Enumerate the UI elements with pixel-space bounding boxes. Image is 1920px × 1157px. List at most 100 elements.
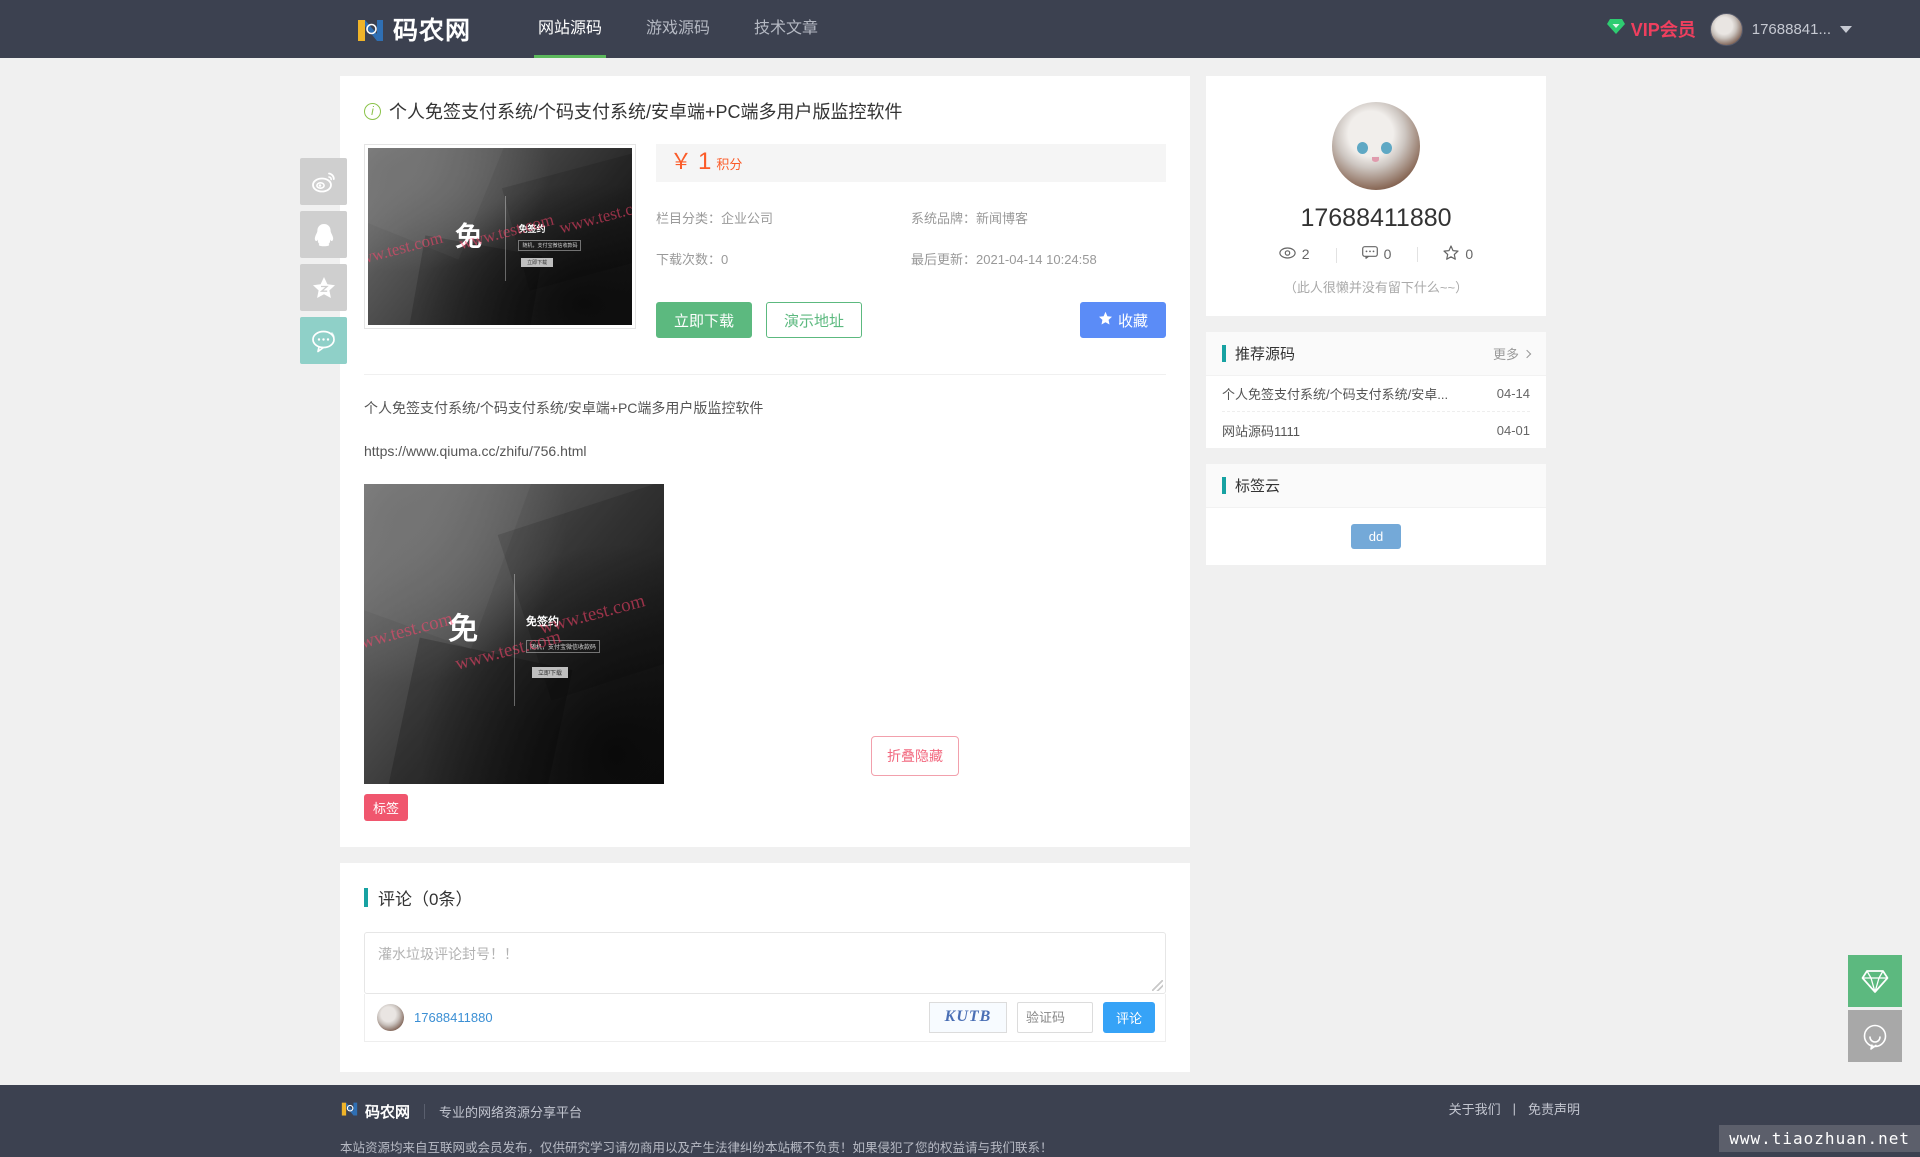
- article-image-main-char: 免: [448, 612, 478, 646]
- share-weibo-button[interactable]: [300, 158, 347, 205]
- vip-member-button[interactable]: VIP会员: [1606, 16, 1696, 42]
- footer-note: 本站资源均来自互联网或会员发布，仅供研究学习请勿商用以及产生法律纠纷本站概不负责…: [340, 1141, 1053, 1155]
- meta-downloads: 下载次数：0: [656, 249, 911, 268]
- profile-card: 17688411880 2 0 0 （此人很懒并没有留下什么~~）: [1206, 76, 1546, 316]
- price-symbol: ￥: [670, 149, 693, 174]
- thumb-sub-title: 免签约: [518, 224, 546, 235]
- qq-penguin-icon: [314, 223, 333, 246]
- favorite-button[interactable]: 收藏: [1080, 302, 1166, 338]
- site-logo[interactable]: 码农网: [355, 11, 471, 47]
- recommend-item-date: 04-01: [1496, 422, 1530, 438]
- avatar: [1709, 12, 1743, 46]
- m-logo-icon: [340, 1099, 359, 1123]
- diamond-icon: [1861, 969, 1889, 993]
- list-item[interactable]: 网站源码1111 04-01: [1222, 412, 1530, 448]
- site-footer: 码农网 专业的网络资源分享平台 关于我们 | 免责声明 本站资源均来自互联网或会…: [0, 1085, 1920, 1157]
- recommend-item-date: 04-14: [1496, 386, 1530, 401]
- smile-chat-icon: [1863, 1024, 1887, 1050]
- share-qq-button[interactable]: [300, 211, 347, 258]
- meta-downloads-label: 下载次数：: [656, 252, 722, 267]
- section-accent-bar: [1222, 477, 1226, 494]
- profile-stats: 2 0 0: [1226, 245, 1526, 263]
- stat-views: 2: [1253, 246, 1336, 262]
- float-service-button[interactable]: [1848, 1010, 1902, 1062]
- comments-title: 评论（0条）: [378, 889, 473, 909]
- tagcloud-card: 标签云 dd: [1206, 464, 1546, 565]
- footer-divider: [424, 1103, 426, 1119]
- header-right: VIP会员 17688841...: [1606, 0, 1852, 58]
- diamond-icon: [1606, 18, 1626, 40]
- stat-comments: 0: [1335, 246, 1418, 263]
- meta-category-value: 企业公司: [721, 211, 774, 226]
- article-image-cta: 立即下载: [532, 666, 569, 678]
- thumb-cta-button: 立即下载: [521, 257, 554, 267]
- logo-text: 码农网: [393, 17, 472, 45]
- footer-link-about[interactable]: 关于我们: [1449, 1099, 1501, 1118]
- meta-category-label: 栏目分类：: [656, 211, 722, 226]
- views-count: 2: [1301, 246, 1310, 262]
- detail-card: i 个人免签支付系统/个码支付系统/安卓端+PC端多用户版监控软件 免 免签约 …: [340, 76, 1190, 847]
- page-body: i 个人免签支付系统/个码支付系统/安卓端+PC端多用户版监控软件 免 免签约 …: [0, 58, 1920, 1085]
- article-tag[interactable]: 标签: [364, 793, 409, 821]
- star-icon: [1098, 311, 1113, 330]
- footer-link-separator: |: [1512, 1101, 1516, 1116]
- collapse-hide-button[interactable]: 折叠隐藏: [871, 735, 959, 776]
- submit-comment-button[interactable]: 评论: [1103, 1001, 1155, 1033]
- nav-item-tech-articles[interactable]: 技术文章: [732, 0, 840, 58]
- page-title: i 个人免签支付系统/个码支付系统/安卓端+PC端多用户版监控软件: [364, 98, 1166, 124]
- recommend-header: 推荐源码 更多: [1206, 332, 1546, 376]
- footer-link-disclaimer[interactable]: 免责声明: [1528, 1099, 1580, 1118]
- comment-textarea[interactable]: 灌水垃圾评论封号！！: [364, 931, 1166, 994]
- comment-footer: 17688411880 KUTB 评论: [364, 993, 1166, 1042]
- share-comment-button[interactable]: [300, 317, 347, 364]
- user-menu[interactable]: 17688841...: [1709, 12, 1852, 46]
- meta-downloads-value: 0: [721, 252, 729, 267]
- meta-updated: 最后更新：2021-04-14 10:24:58: [911, 249, 1166, 268]
- recommend-card: 推荐源码 更多 个人免签支付系统/个码支付系统/安卓... 04-14 网站源码…: [1206, 332, 1546, 448]
- weibo-icon: [311, 172, 335, 192]
- main-column: i 个人免签支付系统/个码支付系统/安卓端+PC端多用户版监控软件 免 免签约 …: [340, 76, 1190, 1072]
- download-button[interactable]: 立即下载: [656, 302, 752, 338]
- meta-grid: 栏目分类：企业公司 系统品牌：新闻博客 下载次数：0 最后更新：2021-04-…: [656, 208, 1166, 268]
- comments-section-header: 评论（0条）: [364, 885, 1166, 910]
- sidebar: 17688411880 2 0 0 （此人很懒并没有留下什么~~） 推荐源码 更…: [1206, 76, 1546, 1072]
- cat-eye-left: [1356, 142, 1368, 155]
- nav-item-game-source[interactable]: 游戏源码: [624, 0, 732, 58]
- article-image-sub-title: 免签约: [526, 615, 559, 628]
- demo-url-button[interactable]: 演示地址: [766, 302, 862, 338]
- avatar: [377, 1003, 404, 1031]
- more-label: 更多: [1492, 347, 1519, 362]
- resize-handle[interactable]: [1152, 979, 1163, 991]
- recommend-more-link[interactable]: 更多: [1492, 344, 1532, 363]
- share-qzone-button[interactable]: [300, 264, 347, 311]
- thumb-divider: [505, 195, 507, 281]
- tagcloud-header: 标签云: [1206, 464, 1546, 508]
- profile-signature: （此人很懒并没有留下什么~~）: [1283, 280, 1469, 295]
- nav-item-website-source[interactable]: 网站源码: [516, 0, 624, 58]
- cat-eye-right: [1381, 142, 1393, 155]
- profile-user-name: 17688411880: [1300, 204, 1452, 232]
- meta-updated-value: 2021-04-14 10:24:58: [976, 252, 1097, 267]
- footer-logo[interactable]: 码农网: [340, 1099, 410, 1123]
- comment-placeholder: 灌水垃圾评论封号！！: [378, 945, 518, 962]
- star-outline-icon: [1443, 245, 1459, 263]
- comment-user-name[interactable]: 17688411880: [414, 1010, 493, 1025]
- captcha-input[interactable]: [1017, 1001, 1093, 1033]
- action-buttons: 立即下载 演示地址 收藏: [656, 302, 1166, 338]
- comment-icon: [1361, 246, 1378, 262]
- detail-top: 免 免签约 随机，支付宝微信收款码 立即下载 www.test.com www.…: [364, 144, 1166, 338]
- price-bar: ￥ 1 积分: [656, 144, 1166, 182]
- product-thumbnail[interactable]: 免 免签约 随机，支付宝微信收款码 立即下载 www.test.com www.…: [364, 144, 636, 329]
- article-body: 个人免签支付系统/个码支付系统/安卓端+PC端多用户版监控软件 https://…: [364, 374, 1166, 821]
- footer-row-bottom: 本站资源均来自互联网或会员发布，仅供研究学习请勿商用以及产生法律纠纷本站概不负责…: [340, 1137, 1580, 1156]
- captcha-image[interactable]: KUTB: [929, 1001, 1007, 1033]
- tagcloud-tag[interactable]: dd: [1350, 524, 1402, 549]
- meta-category: 栏目分类：企业公司: [656, 208, 911, 227]
- cat-nose: [1371, 156, 1379, 162]
- float-vip-button[interactable]: [1848, 955, 1902, 1007]
- list-item[interactable]: 个人免签支付系统/个码支付系统/安卓... 04-14: [1222, 376, 1530, 412]
- recommend-item-name: 个人免签支付系统/个码支付系统/安卓...: [1222, 387, 1449, 402]
- site-watermark: www.tiaozhuan.net: [1719, 1125, 1920, 1152]
- recommend-list: 个人免签支付系统/个码支付系统/安卓... 04-14 网站源码1111 04-…: [1206, 376, 1546, 448]
- article-image: 免 免签约 随机，支付宝微信收款码 立即下载 www.test.com www.…: [364, 483, 664, 784]
